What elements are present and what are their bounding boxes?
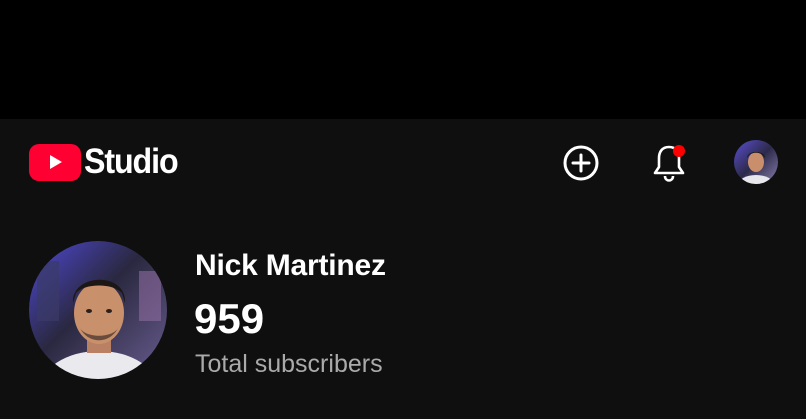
status-bar-area [0,0,806,119]
app-header: Studio [0,119,806,207]
brand-wordmark: Studio [84,142,179,181]
account-avatar-button[interactable] [734,140,778,184]
channel-avatar[interactable] [29,241,167,379]
studio-page: Studio Nick Martinez 959 Total subscribe… [0,0,806,419]
youtube-logo-icon [29,143,81,181]
notification-badge [673,145,685,157]
create-button[interactable] [557,139,605,187]
channel-summary: Nick Martinez 959 Total subscribers [0,207,806,419]
channel-avatar-image [29,241,167,379]
subscriber-count: 959 [194,295,265,342]
studio-logo[interactable]: Studio [29,142,186,182]
plus-circle-icon [563,145,599,181]
notifications-button[interactable] [645,139,693,187]
account-avatar [734,140,778,184]
subscriber-label: Total subscribers [195,350,383,378]
channel-name: Nick Martinez [195,249,386,282]
